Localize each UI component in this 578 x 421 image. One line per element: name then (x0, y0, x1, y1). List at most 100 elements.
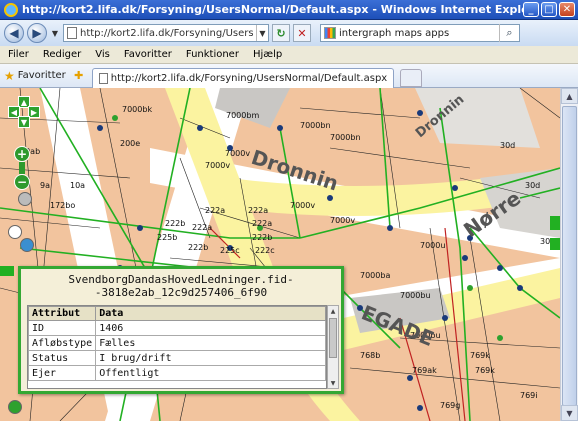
scroll-up-icon[interactable]: ▲ (328, 306, 338, 316)
search-query[interactable]: intergraph maps apps (339, 28, 496, 39)
table-row: ID 1406 (28, 320, 326, 336)
stop-icon[interactable]: ✕ (293, 24, 311, 42)
measure-tool-icon[interactable] (20, 238, 34, 252)
menu-item-file[interactable]: Filer (8, 49, 29, 60)
pan-control[interactable]: ▲ ◀ ▶ ▼ (8, 96, 40, 128)
ie-logo-icon (4, 2, 18, 17)
zoom-in-icon[interactable]: + (14, 146, 30, 162)
attribute-value: 1406 (95, 320, 326, 336)
google-icon (324, 27, 336, 39)
pan-down-icon[interactable]: ▼ (18, 116, 30, 128)
parcel-label: 7000bn (330, 133, 361, 142)
parcel-label: 768b (360, 351, 380, 360)
page-icon (98, 72, 108, 84)
column-header: Data (95, 306, 326, 321)
parcel-label: 200e (120, 139, 140, 148)
scroll-thumb[interactable] (562, 106, 577, 406)
popup-scrollbar[interactable]: ▲ ▼ (327, 305, 339, 389)
parcel-label: 7000bn (300, 121, 331, 130)
tab-bar: ★ Favoritter ✚ http://kort2.lifa.dk/Fors… (0, 64, 578, 88)
parcel-label: 7000ba (360, 271, 390, 280)
parcel-label: 7000bk (122, 105, 152, 114)
close-button[interactable]: ✕ (559, 2, 575, 17)
menu-item-favorites[interactable]: Favoritter (124, 49, 172, 60)
map-edge-marker (550, 238, 560, 250)
favorites-button[interactable]: ★ Favoritter (4, 69, 66, 83)
parcel-label: 769k (475, 366, 495, 375)
parcel-label: 769i (520, 391, 538, 400)
address-bar[interactable]: http://kort2.lifa.dk/Forsyning/UsersNorm… (63, 24, 269, 42)
parcel-label: 222b (165, 219, 185, 228)
table-row: Afløbstype Fælles (28, 335, 326, 351)
address-url[interactable]: http://kort2.lifa.dk/Forsyning/UsersNorm… (80, 28, 253, 39)
menu-bar: Filer Rediger Vis Favoritter Funktioner … (0, 46, 578, 64)
back-arrow-icon[interactable]: ◀ (4, 23, 24, 43)
page-icon (67, 27, 77, 39)
refresh-icon[interactable]: ↻ (272, 24, 290, 42)
parcel-label: 222b (252, 233, 272, 242)
page-scrollbar[interactable]: ▲ ▼ (560, 88, 578, 421)
parcel-label: 7000v (290, 201, 315, 210)
scroll-down-icon[interactable]: ▼ (328, 378, 338, 388)
parcel-label: 7000v (225, 149, 250, 158)
search-input[interactable]: intergraph maps apps ⌕ (320, 24, 520, 42)
parcel-label: 30d (525, 181, 540, 190)
layer-tool-icon[interactable] (8, 400, 22, 414)
menu-item-help[interactable]: Hjælp (253, 49, 282, 60)
tab-active[interactable]: http://kort2.lifa.dk/Forsyning/UsersNorm… (91, 67, 395, 88)
map-edge-marker (550, 216, 560, 230)
window-title: http://kort2.lifa.dk/Forsyning/UsersNorm… (22, 3, 523, 16)
forward-arrow-icon[interactable]: ▶ (27, 23, 47, 43)
table-header-row: Attribut Data (28, 306, 326, 321)
menu-item-tools[interactable]: Funktioner (186, 49, 239, 60)
maximize-button[interactable]: □ (541, 2, 557, 17)
history-dropdown-icon[interactable]: ▼ (50, 29, 60, 38)
parcel-label: 172bo (50, 201, 75, 210)
attribute-table: Attribut Data ID 1406 Afløbstype Fælles … (27, 305, 327, 389)
parcel-label: 7000bu (400, 291, 431, 300)
parcel-label: 222a (192, 223, 212, 232)
map-edge-marker (0, 266, 14, 276)
parcel-label: 30d (500, 141, 515, 150)
window-titlebar: http://kort2.lifa.dk/Forsyning/UsersNorm… (0, 0, 578, 20)
table-row: Status I brug/drift (28, 350, 326, 366)
parcel-label: 7000v (330, 216, 355, 225)
table-row: Ejer Offentligt (28, 365, 326, 381)
scroll-down-icon[interactable]: ▼ (561, 405, 578, 421)
favorites-label: Favoritter (17, 70, 66, 81)
new-tab-button[interactable] (400, 68, 423, 87)
parcel-label: 10a (70, 181, 85, 190)
attribute-value: Offentligt (95, 365, 326, 381)
popup-title: SvendborgDandasHovedLedninger.fid--3818e… (68, 273, 294, 299)
attribute-name: Ejer (28, 365, 97, 381)
parcel-label: 7000bm (226, 111, 259, 120)
attribute-name: Afløbstype (28, 335, 97, 351)
attribute-value: Fælles (95, 335, 326, 351)
zoom-control: + − (14, 146, 30, 190)
minimize-button[interactable]: _ (523, 2, 539, 17)
menu-item-view[interactable]: Vis (95, 49, 110, 60)
parcel-label: 9a (40, 181, 50, 190)
parcel-label: 7000v (205, 161, 230, 170)
info-tool-icon[interactable] (8, 225, 22, 239)
menu-item-edit[interactable]: Rediger (43, 49, 81, 60)
scroll-thumb[interactable] (329, 318, 337, 358)
search-icon[interactable]: ⌕ (499, 24, 519, 42)
globe-tool-icon[interactable] (18, 192, 32, 206)
feature-info-popup: SvendborgDandasHovedLedninger.fid--3818e… (18, 266, 344, 394)
zoom-slider[interactable] (19, 162, 25, 174)
tab-label: http://kort2.lifa.dk/Forsyning/UsersNorm… (110, 72, 388, 84)
parcel-label: 222c (255, 246, 275, 255)
star-icon: ★ (4, 68, 15, 83)
parcel-label: 769ak (412, 366, 437, 375)
parcel-label: 225b (157, 233, 177, 242)
add-favorite-icon[interactable]: ✚ (72, 69, 86, 83)
scroll-up-icon[interactable]: ▲ (561, 88, 578, 104)
parcel-label: 769g (440, 401, 460, 410)
attribute-name: ID (28, 320, 97, 336)
zoom-out-icon[interactable]: − (14, 174, 30, 190)
attribute-name: Status (28, 350, 97, 366)
parcel-label: 769k (470, 351, 490, 360)
address-dropdown-icon[interactable]: ▼ (256, 25, 268, 41)
parcel-label: 7000u (420, 241, 445, 250)
